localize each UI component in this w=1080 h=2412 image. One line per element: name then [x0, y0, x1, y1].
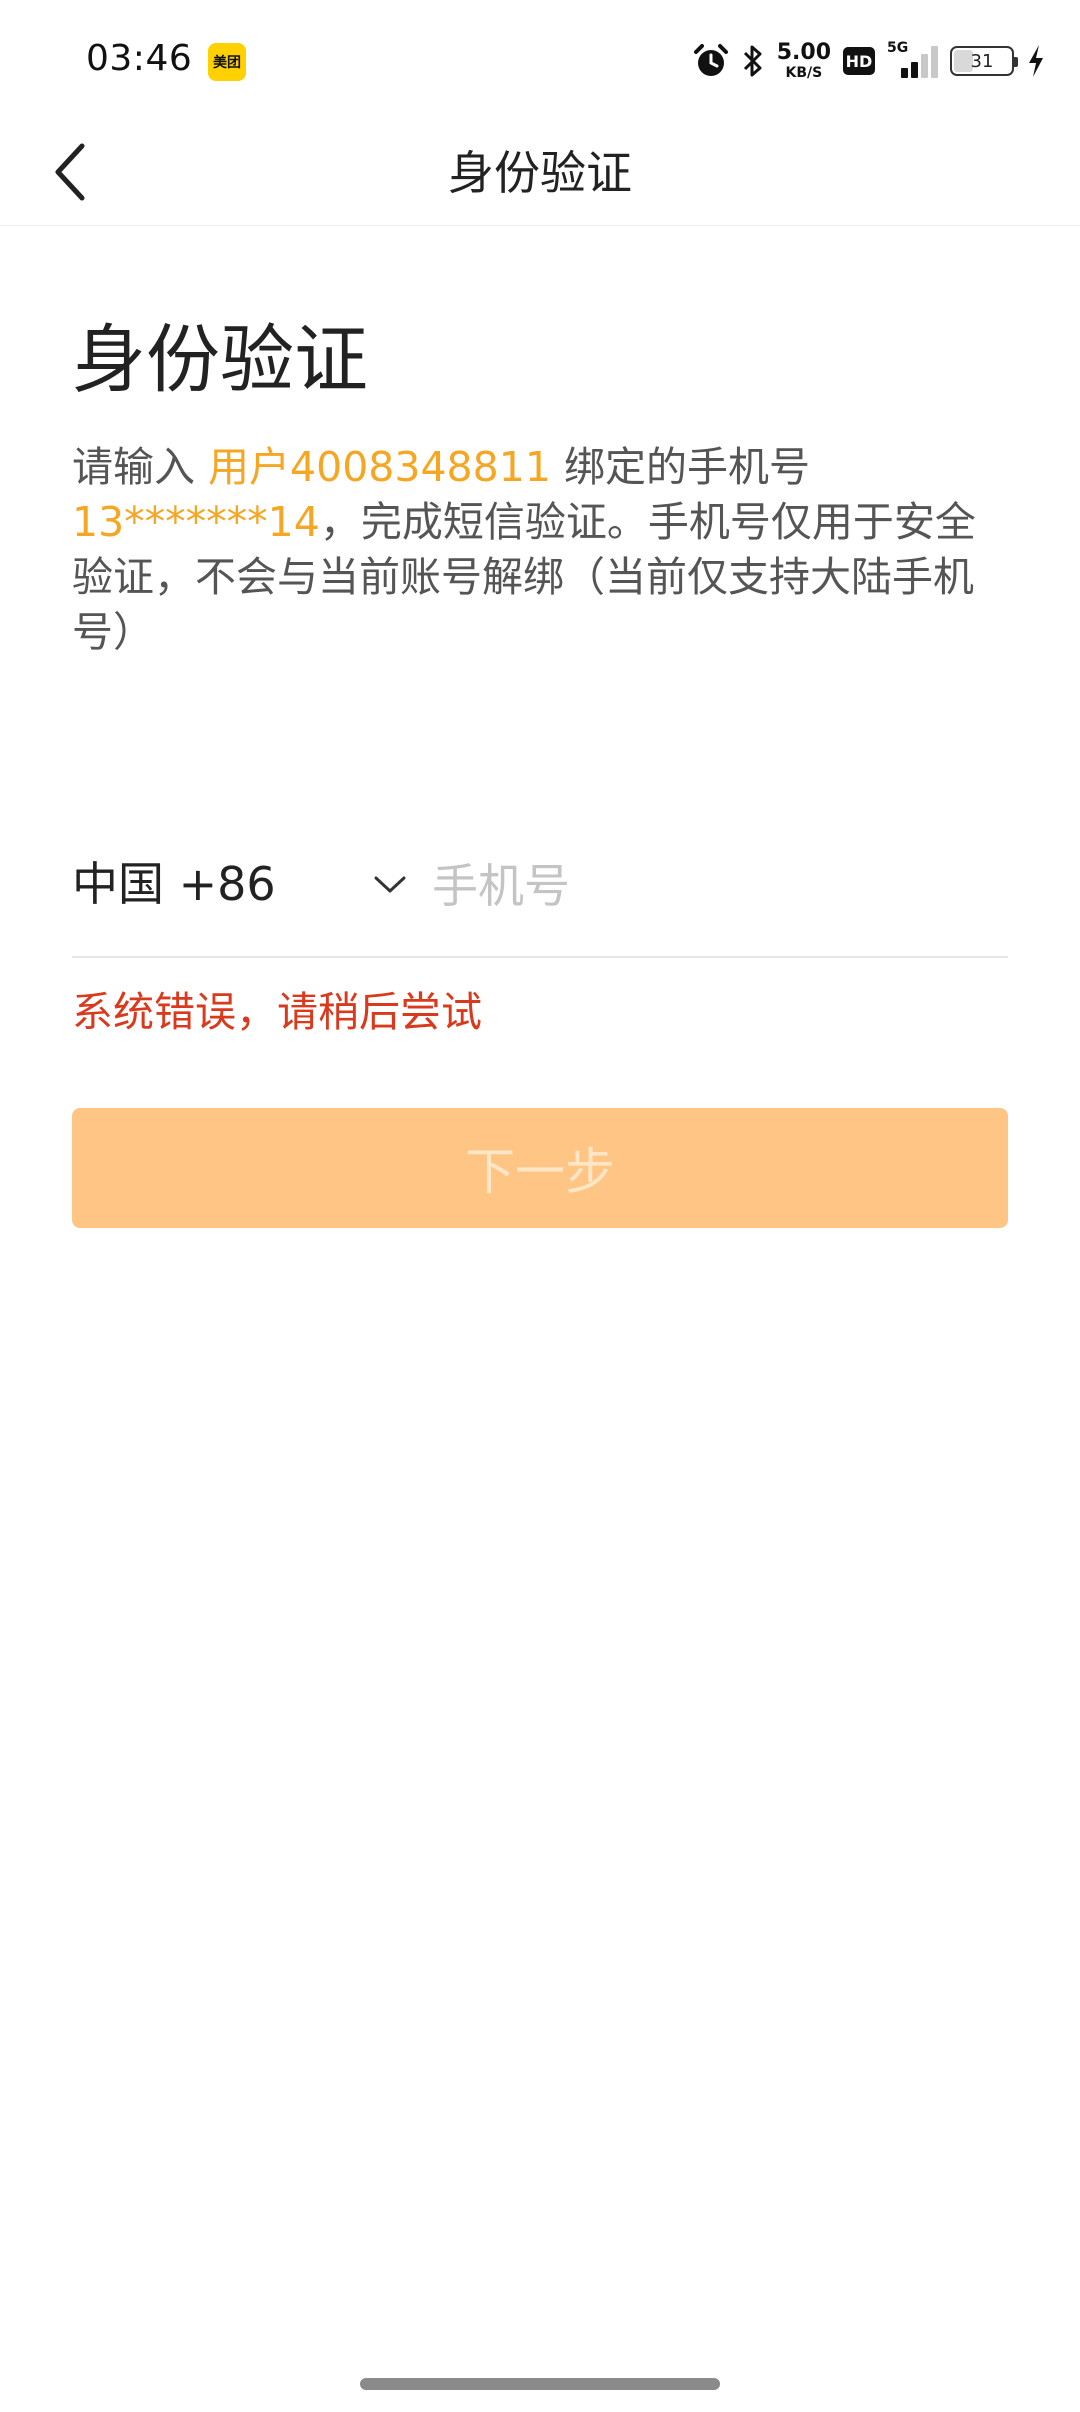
meituan-app-icon: 美团: [208, 43, 246, 81]
back-button[interactable]: [30, 132, 110, 212]
instruction-mid: 绑定的手机号: [550, 443, 810, 491]
alarm-icon: [693, 43, 729, 79]
status-bar: 03:46 美团 5.00 KB/S HD 5G 31: [0, 0, 1080, 120]
battery-icon: 31: [950, 46, 1018, 76]
status-icons: 5.00 KB/S HD 5G 31: [693, 38, 1046, 84]
network-speed-value: 5.00: [776, 40, 831, 65]
home-indicator[interactable]: [360, 2378, 720, 2390]
instruction-prefix: 请输入: [72, 443, 209, 491]
next-step-button[interactable]: 下一步: [72, 1108, 1008, 1228]
status-time: 03:46: [86, 38, 193, 79]
page-heading: 身份验证: [72, 317, 368, 403]
network-type-label: 5G: [887, 40, 909, 56]
nav-bar: 身份验证: [0, 120, 1080, 226]
battery-level: 31: [970, 50, 994, 72]
account-label: 用户4008348811: [208, 443, 551, 491]
error-message: 系统错误，请稍后尝试: [72, 988, 482, 1036]
verification-instructions: 请输入 用户4008348811 绑定的手机号 13*******14，完成短信验…: [72, 440, 1002, 660]
charging-icon: [1026, 43, 1046, 79]
chevron-left-icon: [55, 143, 85, 201]
network-speed-unit: KB/S: [785, 65, 823, 81]
phone-number-input[interactable]: [432, 850, 1002, 922]
hd-badge: HD: [843, 47, 875, 75]
network-speed: 5.00 KB/S: [776, 40, 831, 81]
country-code-selector[interactable]: 中国 +86: [72, 848, 276, 914]
chevron-down-icon[interactable]: [370, 864, 410, 904]
bluetooth-icon: [741, 43, 765, 79]
signal-strength-icon: 5G: [887, 40, 938, 78]
identity-verification-screen: 03:46 美团 5.00 KB/S HD 5G 31 身份验证 身份验证 请输…: [0, 0, 1080, 2412]
masked-phone-number: 13*******14: [72, 498, 320, 546]
phone-input-row: 中国 +86: [72, 830, 1008, 958]
nav-title: 身份验证: [448, 146, 632, 200]
